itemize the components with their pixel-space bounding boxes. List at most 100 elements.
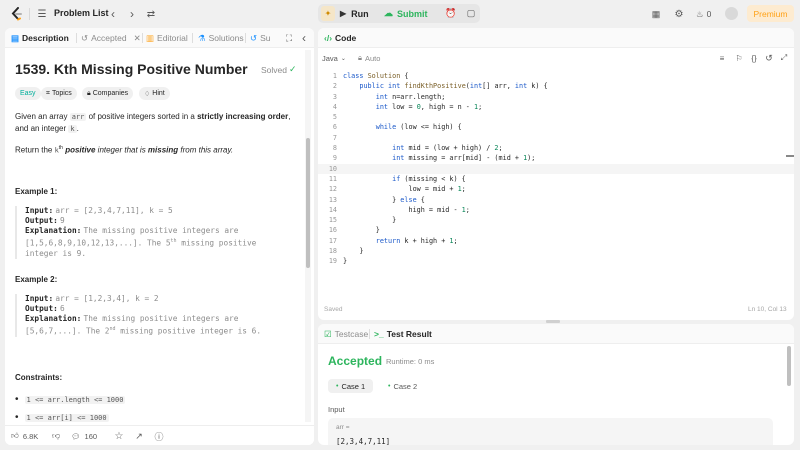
companies-tag[interactable]: 🔒︎ Companies: [82, 87, 134, 100]
book-icon: ▥: [146, 32, 155, 43]
code-line[interactable]: 17 return k + high + 1;: [318, 236, 794, 246]
code-text: int missing = arr[mid] - (mid + 1);: [392, 154, 536, 163]
code-line[interactable]: 9 int missing = arr[mid] - (mid + 1);: [318, 153, 794, 163]
tab-editorial[interactable]: ▥ Editorial: [146, 28, 188, 48]
like-button[interactable]: 👍︎ 6.8K: [11, 429, 38, 443]
logo-icon[interactable]: [10, 6, 24, 22]
code-line[interactable]: 10: [318, 163, 794, 174]
cursor-position: Ln 10, Col 13: [748, 306, 787, 313]
code-line[interactable]: 13 } else {: [318, 195, 794, 205]
tab-solutions[interactable]: ⚗ Solutions: [198, 28, 244, 48]
play-icon: ▶: [340, 9, 347, 18]
code-line[interactable]: 19}: [318, 256, 794, 266]
accepted-status: Accepted: [328, 354, 383, 368]
fullscreen-icon[interactable]: ⛶: [283, 32, 295, 44]
lock-icon: 🔒︎: [87, 89, 91, 97]
chevron-down-icon: ⌄: [340, 55, 346, 62]
tab-accepted[interactable]: ↺ Accepted ✕: [81, 28, 141, 48]
collapse-panel-icon[interactable]: ‹: [298, 31, 310, 45]
scrollbar-thumb[interactable]: [306, 138, 310, 268]
code-line[interactable]: 14 high = mid - 1;: [318, 205, 794, 215]
code-line[interactable]: 16 }: [318, 225, 794, 235]
scrollbar[interactable]: [305, 50, 311, 422]
line-number: 12: [328, 185, 337, 194]
shuffle-icon[interactable]: ⇄: [144, 6, 158, 22]
flame-icon: ♨: [696, 8, 704, 19]
description-tabs: ▤ Description ↺ Accepted ✕ ▥ Editorial ⚗ Solu…: [5, 28, 314, 48]
line-number: 17: [328, 236, 337, 245]
code-line[interactable]: 7: [318, 133, 794, 143]
document-icon: ▤: [11, 32, 20, 43]
format-icon[interactable]: ≡: [716, 52, 728, 64]
comments-button[interactable]: 💬︎ 160: [71, 429, 97, 443]
premium-button[interactable]: Premium: [747, 5, 794, 22]
problem-list-link[interactable]: Problem List: [54, 8, 109, 18]
line-number: 7: [332, 133, 337, 142]
code-line[interactable]: 5: [318, 112, 794, 122]
code-text: }: [343, 226, 380, 235]
line-number: 14: [328, 205, 337, 214]
braces-icon[interactable]: {}: [748, 52, 760, 64]
example-2-block: Input: arr = [1,2,3,4], k = 2 Output: 6 …: [15, 294, 305, 337]
layout-icon[interactable]: ▦: [650, 7, 662, 21]
notes-icon[interactable]: ▢: [464, 6, 478, 21]
reset-icon[interactable]: ↺: [763, 52, 775, 64]
submit-button[interactable]: ☁ Submit: [384, 6, 428, 21]
hint-tag[interactable]: ♢ Hint: [139, 87, 170, 100]
problem-title[interactable]: 1539. Kth Missing Positive Number: [15, 61, 248, 77]
submissions-icon: ↺: [250, 32, 258, 43]
difficulty-badge[interactable]: Easy: [15, 87, 41, 100]
panel-splitter[interactable]: [546, 320, 560, 323]
avatar[interactable]: [725, 7, 738, 20]
code-panel: ‹/› Code Java ⌄ 🔒︎ Auto ≡ ⚐ {} ↺ ⤢ 1 class S…: [318, 28, 794, 320]
code-line[interactable]: 4 int low = 0, high = n - 1;: [318, 102, 794, 112]
code-line[interactable]: 3 int n=arr.length;: [318, 92, 794, 102]
run-label: Run: [351, 8, 369, 19]
star-icon[interactable]: ☆: [113, 429, 125, 443]
description-footer: 👍︎ 6.8K 👎︎ 💬︎ 160 ☆ ↗ ⓘ: [5, 425, 314, 445]
code-text: high = mid - 1;: [343, 205, 470, 214]
code-line[interactable]: 1 class Solution {: [318, 71, 794, 81]
code-line[interactable]: 12 low = mid + 1;: [318, 184, 794, 194]
case-1-tab[interactable]: • Case 1: [328, 379, 374, 393]
code-text: int n=arr.length;: [375, 92, 446, 101]
top-bar: ☰ Problem List ‹ › ⇄ ✦ ▶ Run ☁ Submit ⏰ …: [0, 0, 800, 28]
tab-description[interactable]: ▤ Description: [11, 28, 69, 48]
next-problem-icon[interactable]: ›: [126, 6, 138, 22]
streak-counter[interactable]: ♨ 0: [696, 7, 711, 21]
tab-testcase[interactable]: ☑ Testcase: [324, 324, 368, 344]
run-button[interactable]: ▶ Run: [340, 6, 369, 21]
debug-icon[interactable]: ✦: [321, 6, 335, 21]
close-tab-icon[interactable]: ✕: [134, 33, 141, 44]
code-editor[interactable]: 1 class Solution {2 public int findKthPos…: [318, 71, 794, 267]
line-number: 4: [332, 102, 337, 111]
tab-submissions[interactable]: ↺ Su: [250, 28, 271, 48]
prev-problem-icon[interactable]: ‹: [107, 6, 119, 22]
lightbulb-icon: ♢: [144, 90, 151, 98]
tab-test-result[interactable]: >_ Test Result: [374, 324, 432, 344]
input-box: arr = [2,3,4,7,11]: [328, 418, 773, 445]
timer-icon[interactable]: ⏰: [444, 6, 458, 21]
code-line[interactable]: 11 if (missing < k) {: [318, 174, 794, 184]
description-paragraph-1: Given an array arr of positive integers …: [15, 112, 291, 133]
topics-tag[interactable]: ⌗ Topics: [41, 87, 77, 100]
list-icon[interactable]: ☰: [36, 7, 48, 21]
test-scrollbar-thumb[interactable]: [787, 346, 791, 386]
code-line[interactable]: 15 }: [318, 215, 794, 225]
thumbs-down-icon[interactable]: 👎︎: [50, 429, 62, 443]
solved-status: Solved ✓: [261, 64, 297, 75]
expand-icon[interactable]: ⤢: [778, 52, 790, 64]
case-2-tab[interactable]: • Case 2: [382, 379, 423, 393]
settings-icon[interactable]: ⚙: [673, 7, 685, 21]
code-line[interactable]: 8 int mid = (low + high) / 2;: [318, 143, 794, 153]
checkbox-icon: ☑: [324, 328, 332, 339]
code-line[interactable]: 6 while (low <= high) {: [318, 122, 794, 132]
share-icon[interactable]: ↗: [133, 429, 145, 443]
bookmark-icon[interactable]: ⚐: [733, 52, 745, 64]
autocomplete-mode[interactable]: 🔒︎ Auto: [358, 52, 380, 64]
tab-code[interactable]: ‹/› Code: [324, 28, 356, 48]
language-select[interactable]: Java ⌄: [322, 52, 346, 64]
help-icon[interactable]: ⓘ: [153, 429, 165, 443]
code-line[interactable]: 18 }: [318, 246, 794, 256]
code-line[interactable]: 2 public int findKthPositive(int[] arr, …: [318, 81, 794, 91]
